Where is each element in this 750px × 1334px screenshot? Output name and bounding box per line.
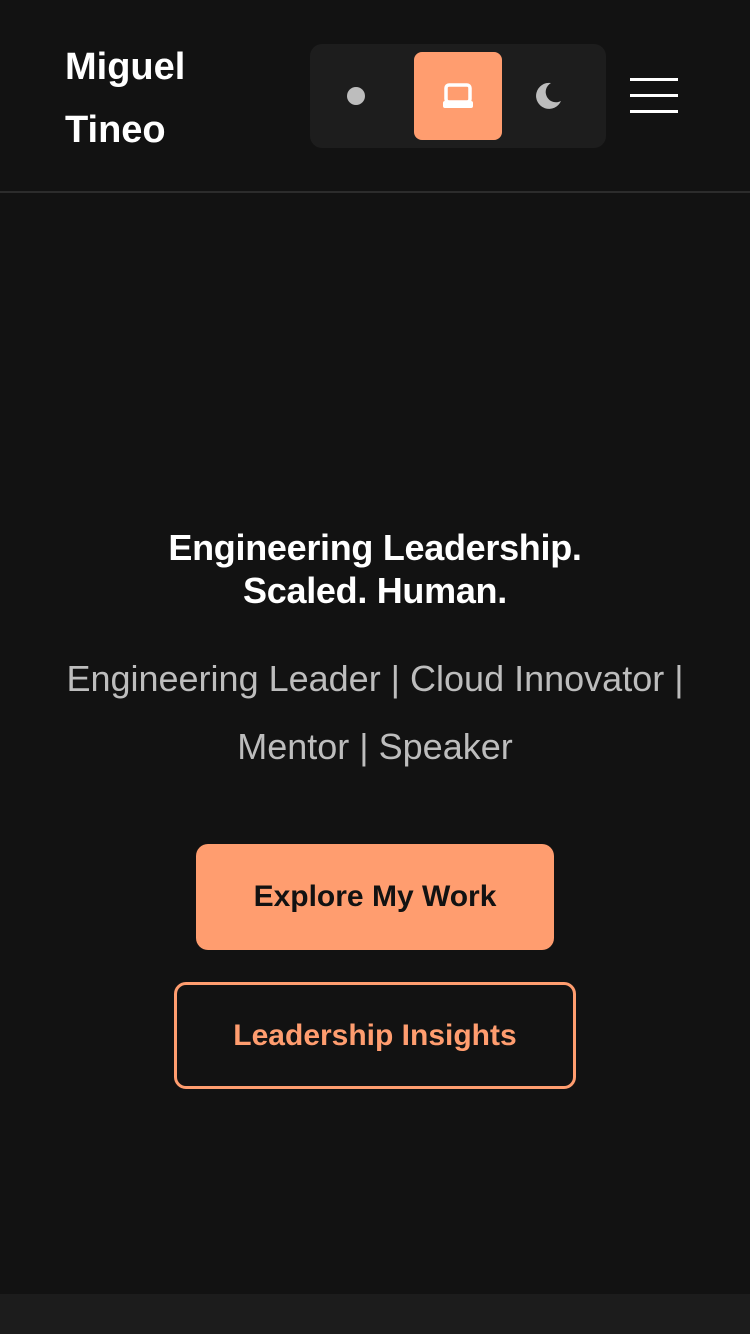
theme-dark-button[interactable] [504,52,592,140]
theme-system-button[interactable] [414,52,502,140]
hamburger-bar-middle [630,94,678,97]
logo-first-name: Miguel [65,46,186,88]
logo-last-name: Tineo [65,109,166,151]
hero-title-line1: Engineering Leadership. [168,527,582,568]
site-logo[interactable]: Miguel Tineo [65,36,265,162]
hamburger-bar-bottom [630,110,678,113]
theme-light-button[interactable] [312,52,400,140]
site-header: Miguel Tineo [0,0,750,193]
laptop-icon [443,83,473,108]
theme-switcher [310,44,606,148]
hero-title-line2: Scaled. Human. [243,570,507,611]
hero-title: Engineering Leadership. Scaled. Human. [0,526,750,612]
hamburger-bar-top [630,78,678,81]
moon-icon [536,82,561,109]
page: Miguel Tineo Engineering Leadership. Sca… [0,0,750,1334]
hero-subtitle: Engineering Leader | Cloud Innovator | M… [66,658,684,767]
hamburger-menu-button[interactable] [628,76,680,116]
dot-icon [347,87,365,105]
leadership-insights-button[interactable]: Leadership Insights [174,982,576,1089]
explore-my-work-button[interactable]: Explore My Work [196,844,554,950]
footer-strip [0,1294,750,1334]
